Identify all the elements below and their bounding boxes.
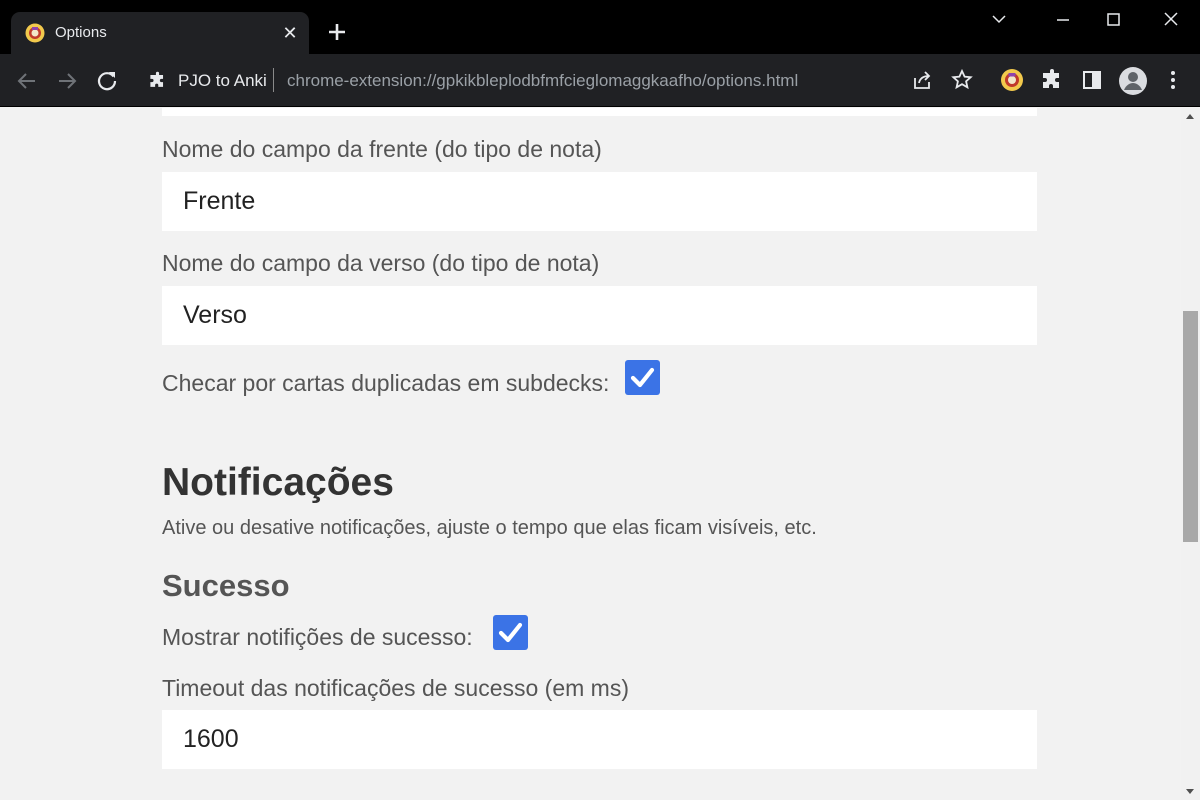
reload-icon[interactable] xyxy=(94,68,120,94)
scrollbar-thumb[interactable] xyxy=(1183,311,1198,542)
back-field-input[interactable] xyxy=(162,286,1037,345)
success-timeout-label: Timeout das notificações de sucesso (em … xyxy=(162,675,629,701)
puzzle-icon xyxy=(150,71,164,87)
close-window-icon[interactable] xyxy=(1148,8,1194,32)
success-timeout-input[interactable] xyxy=(162,710,1037,769)
forward-icon[interactable] xyxy=(54,68,80,94)
back-field-label: Nome do campo da verso (do tipo de nota) xyxy=(162,250,600,276)
pjo-extension-icon[interactable] xyxy=(1000,68,1024,92)
extensions-icon[interactable] xyxy=(1040,68,1064,92)
close-tab-icon[interactable]: ✕ xyxy=(279,22,301,44)
scrollbar[interactable] xyxy=(1181,108,1200,800)
new-tab-icon[interactable] xyxy=(325,20,349,44)
front-field-label: Nome do campo da frente (do tipo de nota… xyxy=(162,136,602,162)
notifications-description: Ative ou desative notificações, ajuste o… xyxy=(162,517,817,539)
tab-search-icon[interactable] xyxy=(976,8,1022,32)
extension-name: PJO to Anki xyxy=(178,71,267,90)
more-icon[interactable] xyxy=(1161,68,1185,92)
previous-input-field[interactable] xyxy=(162,108,1037,116)
show-success-checkbox[interactable] xyxy=(493,615,528,650)
star-icon[interactable] xyxy=(950,68,974,92)
url-text[interactable]: chrome-extension://gpkikbleplodbfmfciegl… xyxy=(287,71,798,91)
front-field-input[interactable] xyxy=(162,172,1037,231)
scroll-up-arrow-icon[interactable] xyxy=(1186,114,1194,119)
url-separator xyxy=(273,68,274,92)
check-duplicates-checkbox[interactable] xyxy=(625,360,660,395)
share-icon[interactable] xyxy=(910,68,934,92)
pjo-logo-icon xyxy=(25,23,45,43)
tab-title: Options xyxy=(55,24,107,41)
check-duplicates-label: Checar por cartas duplicadas em subdecks… xyxy=(162,370,610,396)
maximize-icon[interactable] xyxy=(1090,8,1136,32)
checkmark-icon xyxy=(498,622,523,643)
scroll-down-arrow-icon[interactable] xyxy=(1186,789,1194,794)
tab-options[interactable]: Options ✕ xyxy=(11,12,309,54)
profile-icon[interactable] xyxy=(1118,66,1148,96)
back-icon[interactable] xyxy=(14,68,40,94)
show-success-label: Mostrar notifições de sucesso: xyxy=(162,624,473,650)
success-title: Sucesso xyxy=(162,568,290,603)
notifications-title: Notificações xyxy=(162,461,394,504)
address-bar[interactable]: PJO to Anki chrome-extension://gpkikblep… xyxy=(138,62,988,99)
checkmark-icon xyxy=(630,367,655,388)
browser-toolbar: PJO to Anki chrome-extension://gpkikblep… xyxy=(0,54,1200,107)
title-bar: Options ✕ xyxy=(0,0,1200,54)
minimize-icon[interactable] xyxy=(1040,8,1086,32)
side-panel-icon[interactable] xyxy=(1080,68,1104,92)
options-page: Nome do campo da frente (do tipo de nota… xyxy=(0,108,1181,800)
